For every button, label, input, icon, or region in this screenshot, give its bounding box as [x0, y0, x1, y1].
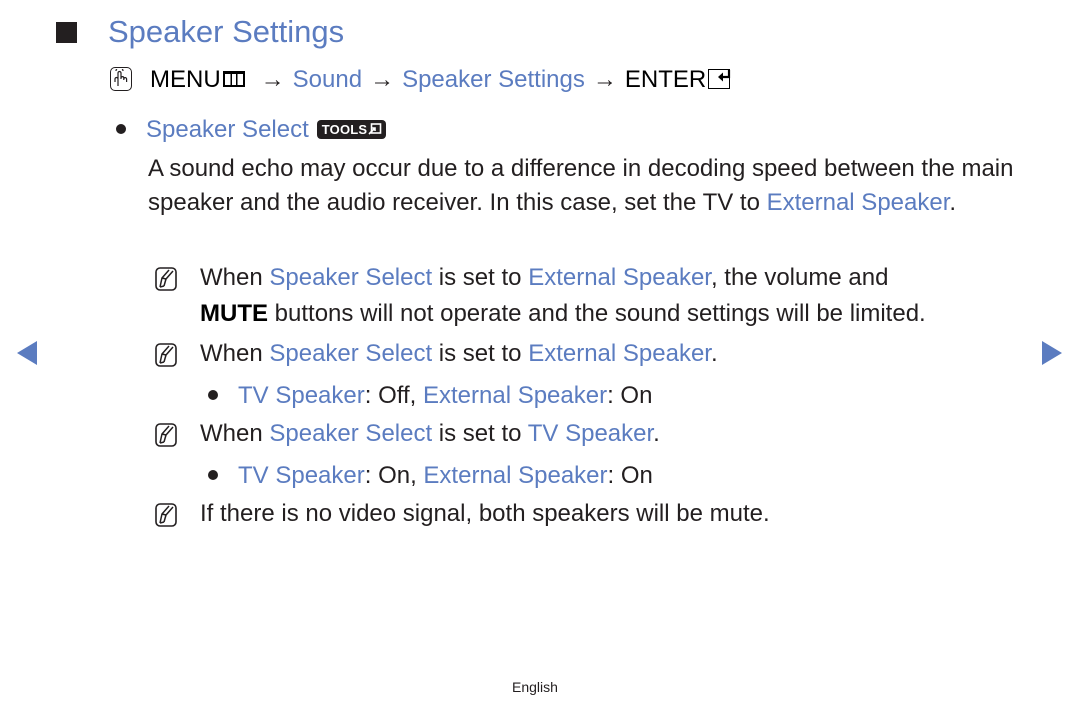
- enter-icon: [708, 69, 731, 89]
- note-text: is set to: [432, 420, 528, 447]
- path-arrow: →: [370, 66, 395, 93]
- sub-text: : On: [607, 462, 653, 489]
- menu-path: MENU → Sound → Speaker Settings → ENTER: [110, 66, 731, 94]
- note-2: When Speaker Select is set to External S…: [200, 340, 718, 368]
- note-text: buttons will not operate and the sound s…: [268, 300, 926, 327]
- note-highlight: TV Speaker: [527, 420, 654, 447]
- note-text: When: [200, 264, 270, 291]
- sub-text: : Off,: [364, 382, 423, 409]
- sub-text: : On: [607, 382, 653, 409]
- note-highlight: Speaker Select: [269, 264, 433, 291]
- hand-press-icon: [110, 67, 132, 91]
- note-icon: [155, 503, 177, 527]
- description-highlight: External Speaker: [766, 189, 950, 216]
- note-2-sub-bullet: TV Speaker: Off, External Speaker: On: [208, 382, 652, 410]
- path-arrow: →: [260, 66, 285, 93]
- note-text: , the volume and: [710, 264, 889, 291]
- tools-arrow-icon: [368, 123, 382, 135]
- previous-page-icon[interactable]: [17, 341, 37, 365]
- note-highlight: Speaker Select: [269, 420, 433, 447]
- note-1-line-1: When Speaker Select is set to External S…: [200, 264, 888, 292]
- path-arrow: →: [592, 66, 617, 93]
- footer-language: English: [512, 679, 558, 695]
- tools-badge-label: TOOLS: [321, 122, 368, 137]
- option-speaker-select: Speaker Select TOOLS: [116, 116, 387, 144]
- bullet-icon: [208, 390, 218, 400]
- sub-highlight: TV Speaker: [238, 462, 365, 489]
- menu-icon: [222, 71, 245, 87]
- note-icon: [155, 267, 177, 291]
- path-sound: Sound: [292, 66, 363, 93]
- description-end: .: [949, 189, 957, 216]
- option-label: Speaker Select: [146, 116, 309, 143]
- mute-label: MUTE: [200, 300, 268, 327]
- description: A sound echo may occur due to a differen…: [148, 152, 1018, 220]
- page-title: Speaker Settings: [108, 14, 345, 49]
- note-text: When: [200, 340, 270, 367]
- note-text: .: [710, 340, 718, 367]
- bullet-icon: [116, 124, 126, 134]
- note-text: .: [653, 420, 660, 447]
- tools-badge: TOOLS: [316, 120, 387, 139]
- note-text: When: [200, 420, 270, 447]
- note-icon: [155, 423, 177, 447]
- note-highlight: External Speaker: [528, 264, 711, 291]
- note-highlight: Speaker Select: [269, 340, 433, 367]
- note-4: If there is no video signal, both speake…: [200, 500, 770, 527]
- menu-label: MENU: [150, 66, 221, 93]
- note-text: is set to: [432, 264, 529, 291]
- sub-highlight: TV Speaker: [238, 382, 365, 409]
- note-3: When Speaker Select is set to TV Speaker…: [200, 420, 660, 448]
- note-text: is set to: [432, 340, 529, 367]
- bullet-icon: [208, 470, 218, 480]
- note-icon: [155, 343, 177, 367]
- note-1-line-2: MUTE buttons will not operate and the so…: [200, 300, 926, 328]
- note-highlight: External Speaker: [528, 340, 711, 367]
- next-page-icon[interactable]: [1042, 341, 1062, 365]
- enter-label: ENTER: [624, 66, 707, 93]
- path-speaker-settings: Speaker Settings: [402, 66, 585, 93]
- note-3-sub-bullet: TV Speaker: On, External Speaker: On: [208, 462, 653, 490]
- sub-text: : On,: [364, 462, 424, 489]
- sub-highlight: External Speaker: [423, 462, 608, 489]
- sub-highlight: External Speaker: [422, 382, 608, 409]
- section-square-icon: [56, 22, 77, 43]
